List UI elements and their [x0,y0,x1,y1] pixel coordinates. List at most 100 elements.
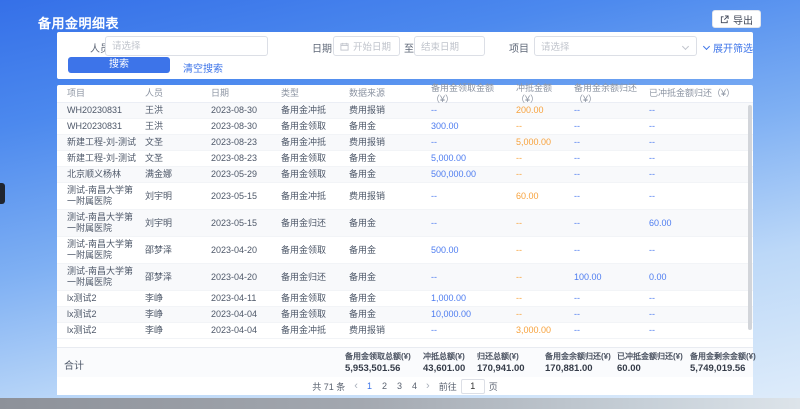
cell-date: 2023-08-23 [207,135,277,150]
person-select-input[interactable] [105,36,268,56]
expand-filters-label: 展开筛选 [713,40,753,55]
table-row[interactable]: WH20230831王洪2023-08-30备用金领取备用金300.00----… [57,119,753,135]
date-end-placeholder: 结束日期 [421,39,459,53]
cell-offset-return: 60.00 [645,216,749,231]
goto-page-input[interactable] [461,379,485,394]
cell-person: 满金娜 [141,167,207,182]
table-header-row: 项目人员日期类型数据来源备用金领取金额（¥）冲抵金额（¥）备用金余额归还（¥）已… [57,85,753,103]
cell-date: 2023-08-30 [207,119,277,134]
page-number-1[interactable]: 1 [367,381,372,391]
cell-offset: -- [512,307,570,322]
cell-received: -- [427,103,512,118]
summary-item-label: 备用金领取总额(¥) [345,351,411,362]
table-panel: 项目人员日期类型数据来源备用金领取金额（¥）冲抵金额（¥）备用金余额归还（¥）已… [57,85,753,395]
export-icon [720,15,729,24]
page-number-4[interactable]: 4 [412,381,417,391]
summary-item: 备用金剩余金额(¥)5,749,019.56 [690,351,756,374]
summary-item-value: 170,941.00 [477,363,525,374]
summary-item: 已冲抵金额归还(¥)60.00 [617,351,683,374]
cell-project: lx测试2 [63,307,141,322]
side-drawer-handle[interactable] [0,183,5,204]
project-select[interactable]: 请选择 [534,36,697,56]
cell-project: 测试-南昌大学第一附属医院 [63,210,141,236]
cell-source: 备用金 [345,119,427,134]
cell-balance-return: -- [570,119,645,134]
cell-received: 10,000.00 [427,307,512,322]
cell-source: 费用报销 [345,189,427,204]
page-number-2[interactable]: 2 [382,381,387,391]
summary-item-label: 冲抵总额(¥) [423,351,465,362]
cell-type: 备用金领取 [277,307,345,322]
page-number-3[interactable]: 3 [397,381,402,391]
cell-project: 测试-南昌大学第一附属医院 [63,183,141,209]
cell-type: 备用金冲抵 [277,135,345,150]
table-row[interactable]: 测试-南昌大学第一附属医院刘宇明2023-05-15备用金归还备用金------… [57,210,753,237]
table-row[interactable]: 测试-南昌大学第一附属医院邵梦泽2023-04-20备用金归还备用金----10… [57,264,753,291]
expand-filters-link[interactable]: 展开筛选 [704,40,753,55]
date-to-label: 至 [404,40,414,55]
vertical-scrollbar-thumb[interactable] [748,105,752,330]
cell-source: 备用金 [345,307,427,322]
table-row[interactable]: 北京顺义杨林满金娜2023-05-29备用金领取备用金500,000.00---… [57,167,753,183]
project-placeholder: 请选择 [541,39,570,53]
cell-offset-return: -- [645,135,749,150]
cell-balance-return: -- [570,103,645,118]
cell-offset-return: -- [645,307,749,322]
date-end-input[interactable]: 结束日期 [414,36,485,56]
table-row[interactable]: 新建工程-刘-测试文圣2023-08-23备用金领取备用金5,000.00---… [57,151,753,167]
export-button[interactable]: 导出 [712,10,761,28]
cell-person: 文圣 [141,135,207,150]
cell-received: -- [427,189,512,204]
date-start-input[interactable]: 开始日期 [333,36,400,56]
summary-item: 归还总额(¥)170,941.00 [477,351,525,374]
cell-received: -- [427,216,512,231]
cell-balance-return: -- [570,167,645,182]
cell-date: 2023-05-29 [207,167,277,182]
cell-date: 2023-04-04 [207,307,277,322]
table-row[interactable]: lx测试2李峥2023-04-04备用金领取备用金10,000.00------ [57,307,753,323]
cell-type: 备用金领取 [277,119,345,134]
table-row[interactable]: 测试-南昌大学第一附属医院邵梦泽2023-04-20备用金领取备用金500.00… [57,237,753,264]
summary-item-label: 已冲抵金额归还(¥) [617,351,683,362]
clear-search-link[interactable]: 清空搜索 [183,60,223,75]
cell-person: 邵梦泽 [141,270,207,285]
app-window: 备用金明细表 导出 人员 日期 开始日期 至 结束日期 项目 请选择 [0,0,800,409]
table-row[interactable]: WH20230831王洪2023-08-30备用金冲抵费用报销--200.00-… [57,103,753,119]
next-page-button[interactable]: › [426,381,430,391]
table-row[interactable]: lx测试2李峥2023-04-11备用金领取备用金1,000.00------ [57,291,753,307]
table-row[interactable]: 新建工程-刘-测试文圣2023-08-23备用金冲抵费用报销--5,000.00… [57,135,753,151]
cell-project: lx测试2 [63,323,141,338]
cell-offset-return: -- [645,151,749,166]
cell-offset: 5,000.00 [512,135,570,150]
cell-date: 2023-05-15 [207,216,277,231]
cell-source: 备用金 [345,270,427,285]
cell-balance-return: -- [570,323,645,338]
cell-type: 备用金冲抵 [277,103,345,118]
page-title: 备用金明细表 [38,13,119,32]
prev-page-button[interactable]: ‹ [354,381,358,391]
table-row[interactable]: 测试-南昌大学第一附属医院刘宇明2023-05-15备用金冲抵费用报销--60.… [57,183,753,210]
summary-item-value: 5,749,019.56 [690,363,756,374]
table-row[interactable]: lx测试2李峥2023-04-04备用金冲抵费用报销--3,000.00---- [57,323,753,339]
cell-project: 新建工程-刘-测试 [63,151,141,166]
cell-offset-return: -- [645,291,749,306]
cell-balance-return: -- [570,151,645,166]
total-count-text: 共 71 条 [312,380,345,393]
cell-balance-return: -- [570,216,645,231]
cell-source: 费用报销 [345,135,427,150]
cell-type: 备用金冲抵 [277,189,345,204]
cell-balance-return: -- [570,189,645,204]
cell-received: 500,000.00 [427,167,512,182]
search-button[interactable]: 搜索 [68,57,170,73]
cell-date: 2023-08-30 [207,103,277,118]
cell-received: -- [427,135,512,150]
chevron-down-icon [703,43,710,50]
cell-source: 备用金 [345,216,427,231]
cell-source: 备用金 [345,291,427,306]
cell-person: 刘宇明 [141,216,207,231]
cell-received: 1,000.00 [427,291,512,306]
cell-offset-return: -- [645,103,749,118]
date-start-placeholder: 开始日期 [353,39,391,53]
cell-source: 备用金 [345,243,427,258]
cell-offset-return: -- [645,323,749,338]
